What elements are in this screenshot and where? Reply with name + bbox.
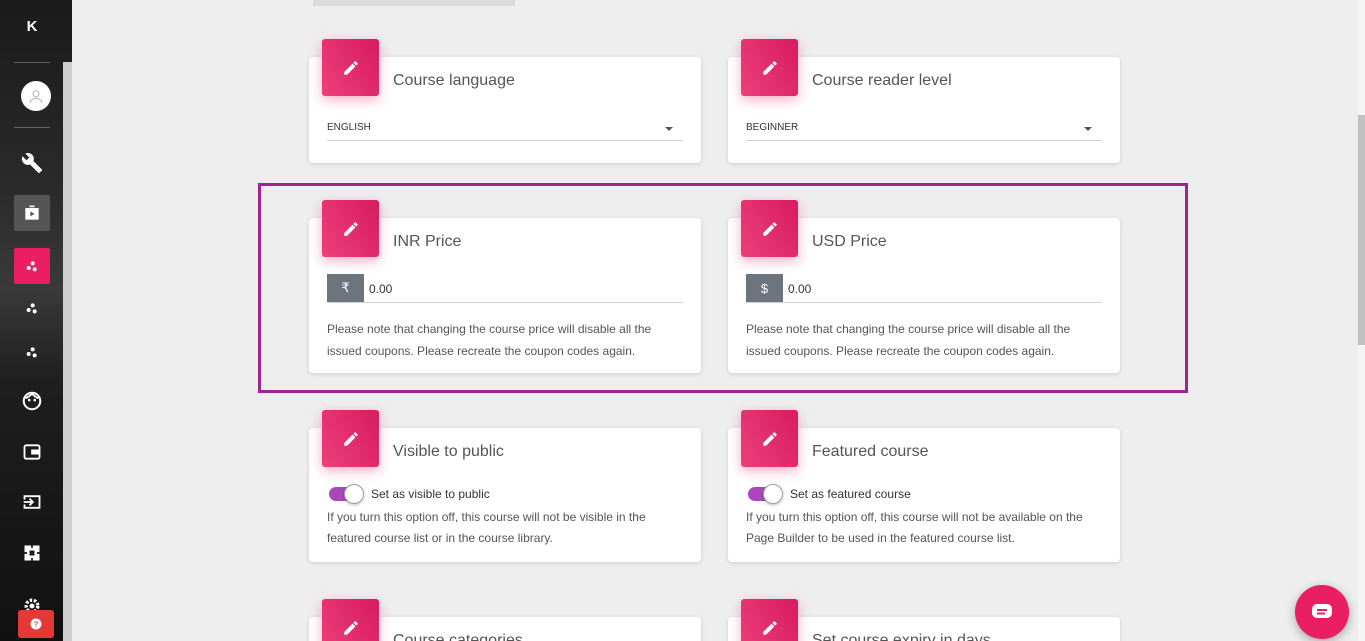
input-value[interactable]: 0.00 — [788, 282, 811, 296]
card-title: Course categories — [393, 632, 523, 641]
card-title: Visible to public — [393, 443, 504, 460]
pencil-icon — [762, 60, 777, 75]
video-library-icon — [25, 205, 39, 220]
card-title: Set course expiry in days — [812, 632, 991, 641]
chat-icon — [1312, 604, 1332, 618]
bubble-chart-icon — [26, 347, 37, 358]
sidebar-scrollbar[interactable] — [63, 62, 72, 641]
input-value[interactable]: 0.00 — [369, 282, 392, 296]
featured-note: If you turn this option off, this course… — [746, 510, 1083, 545]
card-title: INR Price — [393, 233, 462, 250]
help-icon: ? — [30, 618, 42, 630]
sidebar-divider — [14, 127, 50, 128]
select-value: BEGINNER — [746, 122, 799, 133]
bubble-chart-icon — [26, 261, 37, 272]
sidebar-item-courses[interactable] — [14, 195, 50, 231]
sidebar-item-tools[interactable] — [14, 145, 50, 181]
scrollbar-thumb[interactable] — [1358, 115, 1365, 345]
card-title: Course reader level — [812, 72, 952, 89]
sidebar: K ? — [0, 0, 72, 641]
price-note: Please note that changing the course pri… — [327, 322, 652, 358]
edit-icon-tile — [741, 410, 798, 467]
wrench-icon — [21, 153, 43, 174]
toggle-label: Set as featured course — [790, 487, 911, 501]
dollar-addon: $ — [746, 274, 783, 302]
card-course-expiry: Set course expiry in days — [728, 599, 1120, 641]
edit-icon-tile — [741, 599, 798, 641]
card-title: Featured course — [812, 443, 929, 460]
pencil-icon — [762, 221, 777, 236]
sidebar-item-2[interactable] — [14, 290, 50, 326]
edit-icon-tile — [322, 410, 379, 467]
help-button[interactable]: ? — [18, 610, 54, 638]
caret-down-icon — [1084, 127, 1092, 131]
bubble-chart-icon — [26, 303, 37, 314]
featured-toggle[interactable] — [748, 484, 783, 504]
sidebar-logo[interactable]: K — [0, 18, 64, 35]
input-icon — [23, 495, 41, 509]
card-usd-price: USD Price $ 0.00 Please note that changi… — [728, 200, 1120, 373]
price-note: Please note that changing the course pri… — [746, 322, 1071, 358]
sidebar-item-students[interactable] — [14, 383, 50, 419]
chat-button[interactable] — [1295, 585, 1349, 639]
edit-icon-tile — [322, 599, 379, 641]
toggle-label: Set as visible to public — [371, 487, 490, 501]
edit-icon-tile — [322, 200, 379, 257]
pencil-icon — [343, 221, 358, 236]
card-course-reader-level: Course reader level BEGINNER — [728, 39, 1120, 163]
svg-text:?: ? — [34, 622, 38, 629]
sidebar-item-wallet[interactable] — [14, 434, 50, 470]
reader-level-select[interactable]: BEGINNER — [746, 119, 1102, 141]
inr-price-input[interactable]: ₹ 0.00 — [327, 274, 683, 303]
card-featured-course: Featured course Set as featured course I… — [728, 410, 1120, 562]
caret-down-icon — [665, 127, 673, 131]
pencil-icon — [762, 431, 777, 446]
card-inr-price: INR Price ₹ 0.00 Please note that changi… — [309, 200, 701, 373]
avatar[interactable] — [21, 81, 51, 111]
visible-toggle-row[interactable]: Set as visible to public — [329, 484, 490, 504]
sidebar-item-3[interactable] — [14, 334, 50, 370]
card-visible-to-public: Visible to public Set as visible to publ… — [309, 410, 701, 562]
pencil-icon — [343, 620, 358, 635]
card-course-categories: Course categories — [309, 599, 701, 641]
pencil-icon — [343, 60, 358, 75]
edit-icon-tile — [322, 39, 379, 96]
rupee-addon: ₹ — [327, 274, 364, 302]
extension-icon — [24, 545, 40, 561]
sidebar-divider — [14, 62, 50, 63]
pencil-icon — [343, 431, 358, 446]
sidebar-item-extensions[interactable] — [14, 535, 50, 571]
toggle-knob — [344, 484, 364, 504]
pencil-icon — [762, 620, 777, 635]
usd-price-input[interactable]: $ 0.00 — [746, 274, 1102, 303]
card-course-language: Course language ENGLISH — [309, 39, 701, 163]
card-title: USD Price — [812, 233, 887, 250]
edit-icon-tile — [741, 39, 798, 96]
sidebar-item-active[interactable] — [14, 248, 50, 284]
user-icon — [29, 90, 43, 103]
language-select[interactable]: ENGLISH — [327, 119, 683, 141]
toggle-knob — [763, 484, 783, 504]
face-icon — [22, 391, 42, 411]
visible-note: If you turn this option off, this course… — [327, 510, 646, 545]
top-bar-remnant — [313, 0, 515, 6]
featured-toggle-row[interactable]: Set as featured course — [748, 484, 911, 504]
wallet-icon — [23, 444, 41, 460]
card-title: Course language — [393, 72, 515, 89]
edit-icon-tile — [741, 200, 798, 257]
select-value: ENGLISH — [327, 122, 371, 133]
page-scrollbar[interactable] — [1358, 0, 1365, 641]
sidebar-item-input[interactable] — [14, 484, 50, 520]
visible-toggle[interactable] — [329, 484, 364, 504]
